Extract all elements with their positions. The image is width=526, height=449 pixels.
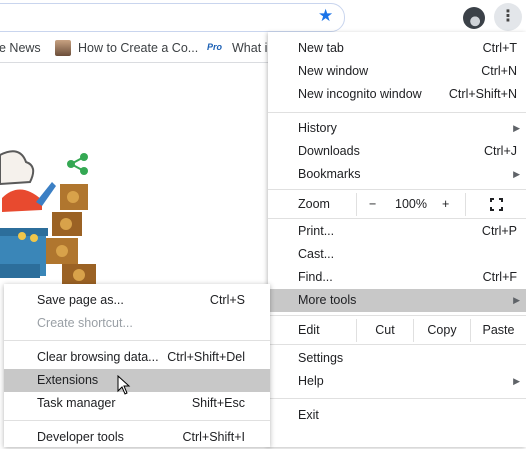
menu-item-find[interactable]: Find... Ctrl+F (268, 266, 526, 289)
menu-item-downloads[interactable]: Downloads Ctrl+J (268, 140, 526, 163)
submenu-item-shortcut: Shift+Esc (191, 396, 245, 410)
cut-button[interactable]: Cut (357, 319, 413, 342)
submenu-item-shortcut: Ctrl+Shift+I (182, 430, 245, 444)
submenu-item-developer-tools[interactable]: Developer tools Ctrl+Shift+I (4, 426, 270, 449)
menu-divider (268, 398, 526, 399)
star-icon[interactable]: ★ (318, 7, 333, 25)
menu-divider (268, 344, 526, 345)
pro-badge: Pro (207, 42, 223, 52)
menu-item-print[interactable]: Print... Ctrl+P (268, 220, 526, 243)
browser-toolbar: ★ ⋮ (0, 0, 526, 35)
edit-label: Edit (298, 323, 320, 337)
menu-divider (4, 340, 270, 341)
chrome-main-menu: New tab Ctrl+T New window Ctrl+N New inc… (268, 32, 526, 447)
menu-item-label: More tools (298, 293, 357, 307)
address-bar[interactable] (0, 3, 345, 32)
submenu-item-label: Clear browsing data... (37, 350, 159, 364)
menu-item-label: Downloads (298, 144, 360, 158)
submenu-item-shortcut: Ctrl+S (209, 293, 245, 307)
profile-avatar[interactable] (463, 7, 485, 29)
menu-item-label: Settings (298, 351, 344, 365)
submenu-arrow-icon: ▶ (513, 295, 520, 305)
fullscreen-icon[interactable] (490, 198, 503, 211)
menu-item-label: New incognito window (298, 87, 422, 101)
bookmark-favicon (55, 40, 71, 56)
zoom-label: Zoom (298, 197, 330, 211)
menu-item-shortcut: Ctrl+Shift+N (448, 87, 517, 101)
submenu-item-clear-browsing-data[interactable]: Clear browsing data... Ctrl+Shift+Del (4, 346, 270, 369)
menu-item-shortcut: Ctrl+P (481, 224, 517, 238)
page-illustration (0, 150, 96, 286)
submenu-item-extensions[interactable]: Extensions (4, 369, 270, 392)
menu-item-label: Print... (298, 224, 335, 238)
menu-item-label: Cast... (298, 247, 335, 261)
submenu-arrow-icon: ▶ (513, 123, 520, 133)
submenu-arrow-icon: ▶ (513, 169, 520, 179)
submenu-item-label: Create shortcut... (37, 316, 133, 330)
share-icon (67, 153, 88, 175)
submenu-item-save-page[interactable]: Save page as... Ctrl+S (4, 289, 270, 312)
zoom-divider (356, 193, 357, 216)
submenu-item-create-shortcut: Create shortcut... (4, 312, 270, 335)
submenu-item-label: Save page as... (37, 293, 124, 307)
menu-divider (268, 315, 526, 316)
menu-item-shortcut: Ctrl+T (482, 41, 517, 55)
submenu-item-label: Task manager (37, 396, 116, 410)
menu-item-label: New tab (298, 41, 344, 55)
submenu-item-shortcut: Ctrl+Shift+Del (167, 350, 245, 364)
zoom-divider (465, 193, 466, 216)
edit-row: Edit Cut Copy Paste (268, 319, 526, 342)
menu-item-shortcut: Ctrl+F (482, 270, 517, 284)
menu-item-label: Bookmarks (298, 167, 361, 181)
menu-item-shortcut: Ctrl+J (484, 144, 517, 158)
menu-item-shortcut: Ctrl+N (481, 64, 517, 78)
menu-item-exit[interactable]: Exit (268, 404, 526, 427)
menu-divider (268, 218, 526, 219)
menu-divider (268, 112, 526, 113)
menu-item-new-tab[interactable]: New tab Ctrl+T (268, 37, 526, 60)
mouse-cursor-icon (117, 375, 131, 395)
zoom-level: 100% (395, 197, 427, 211)
submenu-item-task-manager[interactable]: Task manager Shift+Esc (4, 392, 270, 415)
menu-item-label: History (298, 121, 337, 135)
menu-item-help[interactable]: Help ▶ (268, 370, 526, 393)
menu-item-history[interactable]: History ▶ (268, 117, 526, 140)
zoom-row: Zoom − 100% + (268, 193, 526, 216)
more-tools-submenu: Save page as... Ctrl+S Create shortcut..… (4, 284, 270, 447)
menu-item-more-tools[interactable]: More tools ▶ (268, 289, 526, 312)
paste-button[interactable]: Paste (471, 319, 526, 342)
menu-divider (268, 189, 526, 190)
bookmark-item[interactable]: e News (0, 41, 41, 55)
submenu-arrow-icon: ▶ (513, 376, 520, 386)
menu-item-label: Help (298, 374, 324, 388)
submenu-item-label: Developer tools (37, 430, 124, 444)
menu-item-new-incognito-window[interactable]: New incognito window Ctrl+Shift+N (268, 83, 526, 106)
menu-divider (4, 420, 270, 421)
submenu-item-label: Extensions (37, 373, 99, 387)
bookmark-item[interactable]: How to Create a Co... (78, 41, 198, 55)
menu-item-label: Find... (298, 270, 333, 284)
menu-item-new-window[interactable]: New window Ctrl+N (268, 60, 526, 83)
vertical-dots-icon[interactable]: ⋮ (494, 3, 522, 31)
bookmark-item[interactable]: What i (232, 41, 267, 55)
menu-item-bookmarks[interactable]: Bookmarks ▶ (268, 163, 526, 186)
menu-item-settings[interactable]: Settings (268, 347, 526, 370)
copy-button[interactable]: Copy (414, 319, 470, 342)
zoom-out-button[interactable]: − (369, 193, 376, 216)
zoom-in-button[interactable]: + (442, 193, 449, 216)
menu-item-label: New window (298, 64, 369, 78)
menu-item-cast[interactable]: Cast... (268, 243, 526, 266)
menu-item-label: Exit (298, 408, 319, 422)
